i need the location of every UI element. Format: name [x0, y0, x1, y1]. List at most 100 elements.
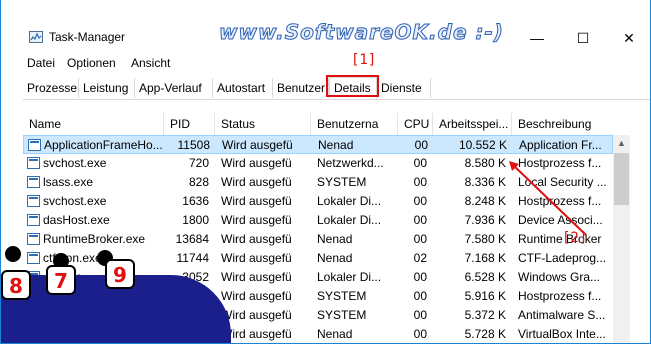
cell-pid: 720 [188, 156, 209, 170]
cell-pid: 1800 [182, 213, 209, 227]
number-badge-7: 7 [46, 265, 76, 295]
cell-user: Nenad [317, 232, 353, 246]
cell-cpu: 00 [414, 138, 428, 152]
cell-cpu: 00 [413, 213, 427, 227]
process-icon [28, 139, 41, 151]
cell-memory: 5.728 K [464, 327, 506, 341]
cell-user: Nenad [317, 251, 353, 265]
cell-status: Wird ausgefü [221, 175, 292, 189]
close-button[interactable]: ✕ [606, 24, 650, 52]
cell-cpu: 00 [413, 327, 427, 341]
column-status[interactable]: Status [215, 113, 311, 135]
number-badge-8: 8 [1, 270, 31, 300]
vertical-scrollbar[interactable]: ▲ [613, 135, 630, 343]
task-manager-window: Task-Manager www.SoftwareOK.de :-) — ☐ ✕… [0, 0, 651, 344]
column-header-row: Name PID Status Benutzerna CPU Arbeitssp… [23, 113, 613, 135]
cell-user: SYSTEM [317, 289, 367, 303]
cell-user: Nenad [318, 138, 354, 152]
cell-memory: 10.552 K [458, 138, 507, 152]
column-cpu[interactable]: CPU [398, 113, 433, 135]
process-icon [27, 195, 40, 207]
tab-app-verlauf[interactable]: App-Verlauf [135, 78, 213, 98]
menu-ansicht[interactable]: Ansicht [131, 56, 170, 70]
column-pid[interactable]: PID [164, 113, 215, 135]
cell-cpu: 00 [413, 289, 427, 303]
cell-user: Lokaler Di... [317, 213, 382, 227]
cell-memory: 6.528 K [464, 270, 506, 284]
tab-autostart[interactable]: Autostart [213, 78, 273, 98]
cell-name: svchost.exe [43, 194, 107, 208]
cell-pid: 13684 [175, 232, 209, 246]
menu-optionen[interactable]: Optionen [67, 56, 116, 70]
callout-label-2: [2] [562, 230, 588, 246]
cell-user: Lokaler Di... [317, 270, 382, 284]
cell-cpu: 00 [413, 308, 427, 322]
tab-benutzer[interactable]: Benutzer [273, 78, 329, 98]
cell-description: VirtualBox Inte... [518, 327, 606, 341]
cell-user: SYSTEM [317, 175, 367, 189]
window-title: Task-Manager [49, 30, 126, 44]
column-benutzername[interactable]: Benutzerna [311, 113, 398, 135]
table-row[interactable]: ApplicationFrameHo... 11508 Wird ausgefü Ne… [23, 135, 613, 154]
cell-user: Netzwerkd... [317, 156, 384, 170]
callout-highlight-details [326, 75, 379, 97]
cell-cpu: 02 [413, 251, 427, 265]
cell-pid: 11744 [176, 251, 209, 265]
cell-name: ctfmon.exe [43, 251, 102, 265]
cell-status: Wird ausgefü [221, 270, 292, 284]
cell-status: Wird ausgefü [221, 289, 292, 303]
process-icon [27, 157, 40, 169]
cell-status: Wird ausgefü [221, 156, 292, 170]
cell-name: svchost.exe [43, 156, 107, 170]
scroll-thumb[interactable] [614, 153, 629, 205]
cell-name: lsass.exe [43, 175, 94, 189]
cell-cpu: 00 [413, 175, 427, 189]
cell-status: Wird ausgefü [221, 194, 292, 208]
cell-name: dasHost.exe [43, 213, 110, 227]
top-strip [1, 0, 650, 11]
cell-description: Windows Gra... [518, 270, 601, 284]
watermark-text: www.SoftwareOK.de :-) [219, 20, 504, 45]
process-icon [27, 176, 40, 188]
cell-memory: 5.372 K [464, 308, 506, 322]
task-manager-icon [29, 31, 43, 43]
cell-pid: 1636 [182, 194, 209, 208]
cell-pid: 828 [188, 175, 209, 189]
cell-name: ApplicationFrameHo... [44, 138, 163, 152]
menu-datei[interactable]: Datei [27, 56, 55, 70]
column-beschreibung[interactable]: Beschreibung [512, 113, 613, 135]
cell-user: Nenad [317, 327, 353, 341]
number-badge-9: 9 [105, 259, 135, 289]
menu-bar: Datei Optionen Ansicht [1, 52, 650, 74]
cell-user: Lokaler Di... [317, 194, 382, 208]
cell-pid: 11508 [177, 138, 210, 152]
cell-status: Wird ausgefü [221, 213, 292, 227]
minimize-button[interactable]: — [514, 24, 560, 52]
cell-description: Hostprozess f... [518, 289, 602, 303]
cell-user: SYSTEM [317, 308, 367, 322]
cell-description: Application Fr... [519, 138, 602, 152]
cell-status: Wird ausgefü [222, 138, 293, 152]
process-icon [27, 233, 40, 245]
cell-cpu: 00 [413, 270, 427, 284]
cell-name: RuntimeBroker.exe [43, 232, 146, 246]
cell-status: Wird ausgefü [221, 232, 292, 246]
callout-label-1: [1] [351, 52, 377, 68]
tab-leistung[interactable]: Leistung [79, 78, 135, 98]
tab-dienste[interactable]: Dienste [377, 78, 431, 98]
cell-memory: 7.168 K [464, 251, 506, 265]
process-icon [27, 214, 40, 226]
scroll-up-icon[interactable]: ▲ [613, 135, 630, 152]
tab-prozesse[interactable]: Prozesse [23, 78, 79, 98]
cell-memory: 5.916 K [464, 289, 506, 303]
cell-description: CTF-Ladeprog... [518, 251, 607, 265]
maximize-button[interactable]: ☐ [560, 24, 606, 52]
cell-cpu: 00 [413, 156, 427, 170]
cell-status: Wird ausgefü [221, 251, 292, 265]
cell-description: Antimalware S... [518, 308, 606, 322]
column-name[interactable]: Name [23, 113, 164, 135]
process-icon [27, 252, 40, 264]
column-arbeitsspeicher[interactable]: Arbeitsspei... [433, 113, 512, 135]
figure-head-icon [5, 246, 21, 262]
cell-cpu: 00 [413, 194, 427, 208]
